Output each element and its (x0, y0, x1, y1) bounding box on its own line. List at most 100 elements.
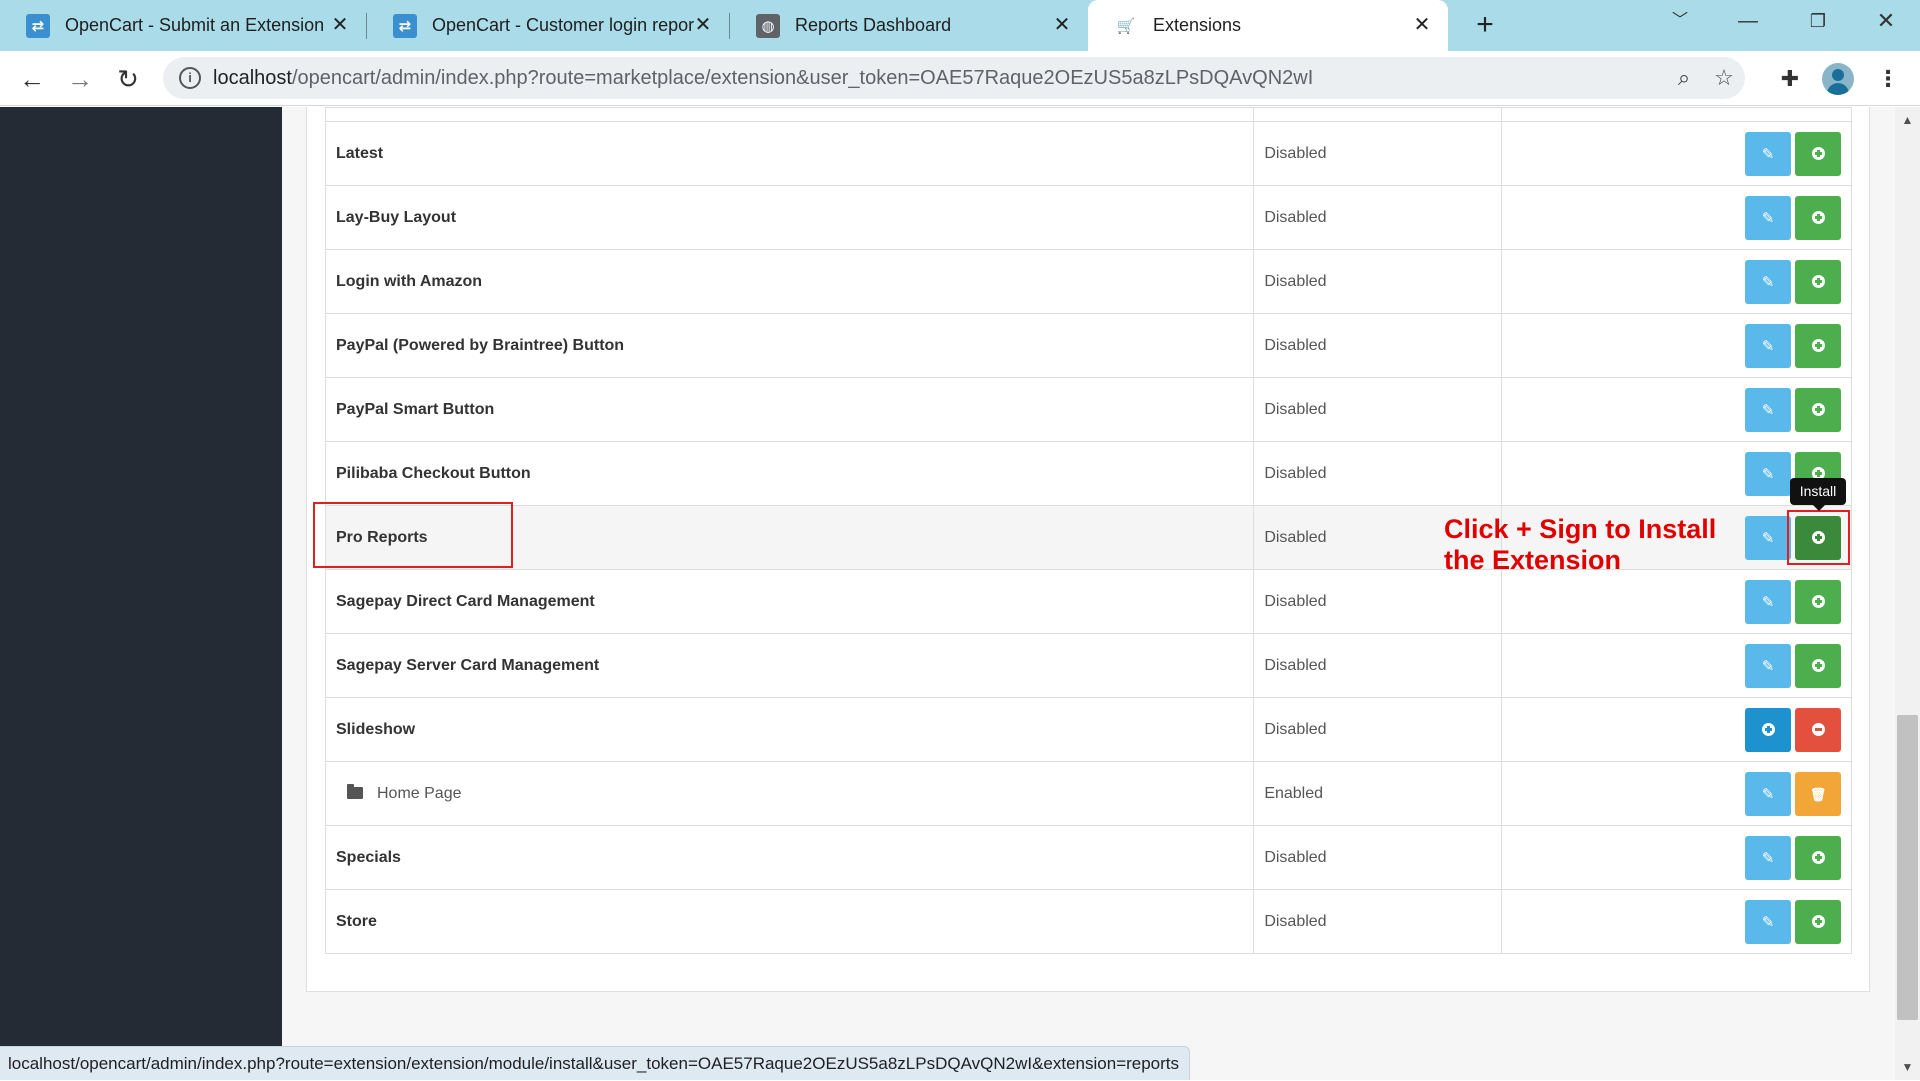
table-row: Pilibaba Checkout Button Disabled ✎ (324, 441, 1852, 506)
tab-title: Extensions (1153, 15, 1242, 35)
back-arrow-icon[interactable]: ← (12, 59, 52, 99)
tab-extensions[interactable]: 🛒 Extensions ✕ (1088, 0, 1448, 51)
scroll-up-arrow-icon[interactable]: ▲ (1897, 111, 1918, 129)
tab-reports-dashboard[interactable]: ◍ Reports Dashboard ✕ (730, 0, 1088, 51)
pencil-icon: ✎ (1761, 145, 1775, 163)
extension-status: Disabled (1253, 249, 1503, 314)
url-host: localhost (213, 67, 292, 89)
pro-reports-highlight-box (313, 502, 513, 568)
plus-circle-icon (1811, 850, 1825, 864)
install-button[interactable] (1795, 323, 1841, 368)
tab-customer-login-report[interactable]: ⇄ OpenCart - Customer login repor ✕ (367, 0, 729, 51)
table-row (324, 107, 1852, 122)
edit-button[interactable]: ✎ (1745, 771, 1791, 816)
plus-circle-icon (1761, 722, 1775, 736)
edit-button[interactable]: ✎ (1745, 899, 1791, 944)
edit-button[interactable]: ✎ (1745, 131, 1791, 176)
install-button[interactable] (1795, 835, 1841, 880)
actions-cell: ✎ (1501, 313, 1852, 378)
extension-name-cell: Pilibaba Checkout Button (324, 441, 1255, 506)
bookmark-star-icon[interactable]: ☆ (1711, 65, 1737, 91)
close-icon[interactable]: ✕ (691, 13, 715, 37)
extension-name-cell: Store (324, 889, 1255, 954)
edit-button[interactable]: ✎ (1745, 259, 1791, 304)
edit-button[interactable]: ✎ (1745, 451, 1791, 496)
actions-cell: ✎ 🗑 (1501, 761, 1852, 826)
extension-status: Disabled (1253, 825, 1503, 890)
new-tab-button[interactable]: + (1468, 9, 1502, 43)
actions-cell: ✎ (1501, 569, 1852, 634)
install-button[interactable] (1795, 195, 1841, 240)
extensions-puzzle-icon[interactable]: ✚ (1772, 61, 1808, 97)
extension-name: Specials (336, 848, 401, 866)
table-row: Store Disabled ✎ (324, 889, 1852, 954)
avatar[interactable] (1822, 63, 1854, 95)
address-bar[interactable]: i localhost/opencart/admin/index.php?rou… (163, 57, 1745, 99)
extension-name-cell: Slideshow (324, 697, 1255, 762)
extension-name-cell: PayPal (Powered by Braintree) Button (324, 313, 1255, 378)
actions-cell: ✎ (1501, 633, 1852, 698)
extension-name-cell: PayPal Smart Button (324, 377, 1255, 442)
close-window-button[interactable]: ✕ (1858, 0, 1914, 42)
delete-button[interactable]: 🗑 (1795, 771, 1841, 816)
edit-button[interactable]: ✎ (1745, 579, 1791, 624)
plus-circle-icon (1811, 402, 1825, 416)
table-row: Home Page Enabled ✎ 🗑 (324, 761, 1852, 826)
close-icon[interactable]: ✕ (1410, 13, 1434, 37)
extension-status: Disabled (1253, 377, 1503, 442)
pencil-icon: ✎ (1761, 465, 1775, 483)
edit-button[interactable]: ✎ (1745, 387, 1791, 432)
address-url[interactable]: localhost/opencart/admin/index.php?route… (213, 67, 1313, 90)
zoom-icon[interactable]: ⌕ (1671, 65, 1697, 91)
extension-status: Disabled (1253, 313, 1503, 378)
admin-sidebar (0, 107, 282, 1080)
extension-name-cell: Sagepay Direct Card Management (324, 569, 1255, 634)
install-button[interactable] (1795, 579, 1841, 624)
actions-cell: ✎ (1501, 889, 1852, 954)
install-button[interactable] (1795, 387, 1841, 432)
site-info-icon[interactable]: i (179, 67, 201, 89)
scroll-down-arrow-icon[interactable]: ▼ (1897, 1058, 1918, 1076)
minimize-button[interactable]: — (1720, 0, 1776, 42)
actions-cell (1501, 697, 1852, 762)
extension-status: Disabled (1253, 697, 1503, 762)
plus-circle-icon (1811, 338, 1825, 352)
restore-button[interactable]: ❐ (1790, 0, 1846, 42)
actions-cell: ✎ (1501, 121, 1852, 186)
extension-status: Enabled (1253, 761, 1503, 826)
forward-arrow-icon[interactable]: → (60, 59, 100, 99)
extension-name: PayPal (Powered by Braintree) Button (336, 336, 625, 354)
install-button[interactable] (1795, 899, 1841, 944)
pencil-icon: ✎ (1761, 593, 1775, 611)
extension-status: Disabled (1253, 569, 1503, 634)
edit-button[interactable]: ✎ (1745, 835, 1791, 880)
extension-name: Store (336, 912, 377, 930)
extension-name-cell: Lay-Buy Layout (324, 185, 1255, 250)
reload-icon[interactable]: ↻ (108, 59, 148, 99)
scrollbar-thumb[interactable] (1897, 715, 1918, 1020)
table-row: PayPal (Powered by Braintree) Button Disa… (324, 313, 1852, 378)
extension-status: Disabled (1253, 889, 1503, 954)
install-button[interactable] (1795, 643, 1841, 688)
tab-search-icon[interactable]: ﹀ (1652, 0, 1708, 42)
plus-circle-icon (1811, 914, 1825, 928)
add-module-button[interactable] (1745, 707, 1791, 752)
uninstall-button[interactable] (1795, 707, 1841, 752)
menu-kebab-icon[interactable]: ⋮ (1870, 61, 1906, 97)
plus-circle-icon (1811, 658, 1825, 672)
tab-submit-extension[interactable]: ⇄ OpenCart - Submit an Extension ✕ (0, 0, 366, 51)
edit-button[interactable]: ✎ (1745, 323, 1791, 368)
close-icon[interactable]: ✕ (328, 13, 352, 37)
plus-circle-icon (1811, 594, 1825, 608)
edit-button[interactable]: ✎ (1745, 643, 1791, 688)
edit-button[interactable]: ✎ (1745, 195, 1791, 240)
install-button[interactable] (1795, 131, 1841, 176)
install-button[interactable] (1795, 259, 1841, 304)
extension-status: Disabled (1253, 121, 1503, 186)
install-tooltip: Install (1790, 478, 1846, 511)
close-icon[interactable]: ✕ (1050, 13, 1074, 37)
extension-status: Disabled (1253, 633, 1503, 698)
extension-name: Home Page (377, 784, 462, 802)
extension-status: Disabled (1253, 441, 1503, 506)
pencil-icon: ✎ (1761, 209, 1775, 227)
